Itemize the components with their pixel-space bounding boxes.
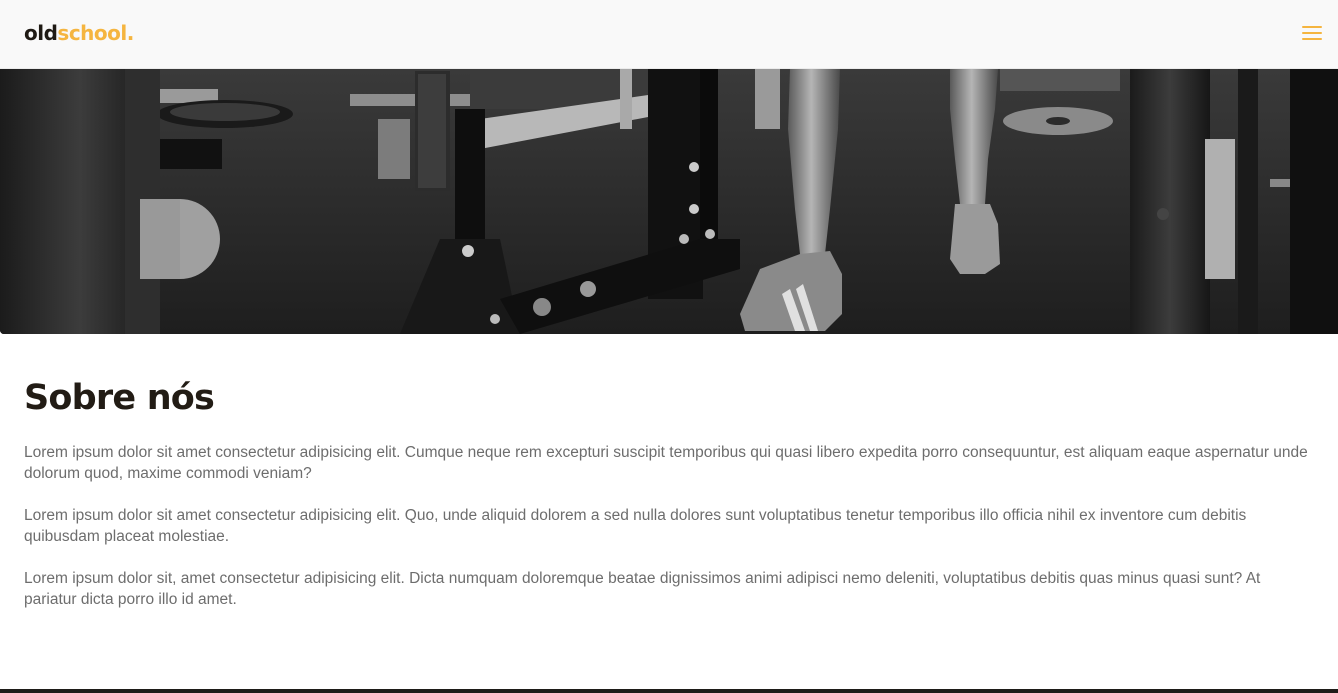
about-title: Sobre nós bbox=[24, 378, 215, 418]
gym-photo bbox=[0, 69, 1338, 334]
menu-line bbox=[1302, 32, 1322, 34]
about-paragraph: Lorem ipsum dolor sit amet consectetur a… bbox=[24, 507, 1247, 545]
navbar: oldschool. bbox=[0, 0, 1338, 69]
menu-line bbox=[1302, 26, 1322, 28]
menu-line bbox=[1302, 38, 1322, 40]
hero-banner-image bbox=[0, 69, 1338, 334]
about-paragraph: Lorem ipsum dolor sit, amet consectetur … bbox=[24, 570, 1261, 608]
logo[interactable]: oldschool. bbox=[24, 20, 134, 46]
logo-text-old: old bbox=[24, 21, 58, 45]
next-section-edge bbox=[0, 689, 1338, 693]
about-section: Sobre nós Lorem ipsum dolor sit amet con… bbox=[24, 378, 1314, 631]
logo-text-school: school. bbox=[57, 21, 134, 45]
about-paragraph: Lorem ipsum dolor sit amet consectetur a… bbox=[24, 444, 1308, 482]
hamburger-menu-icon[interactable] bbox=[1302, 24, 1324, 42]
